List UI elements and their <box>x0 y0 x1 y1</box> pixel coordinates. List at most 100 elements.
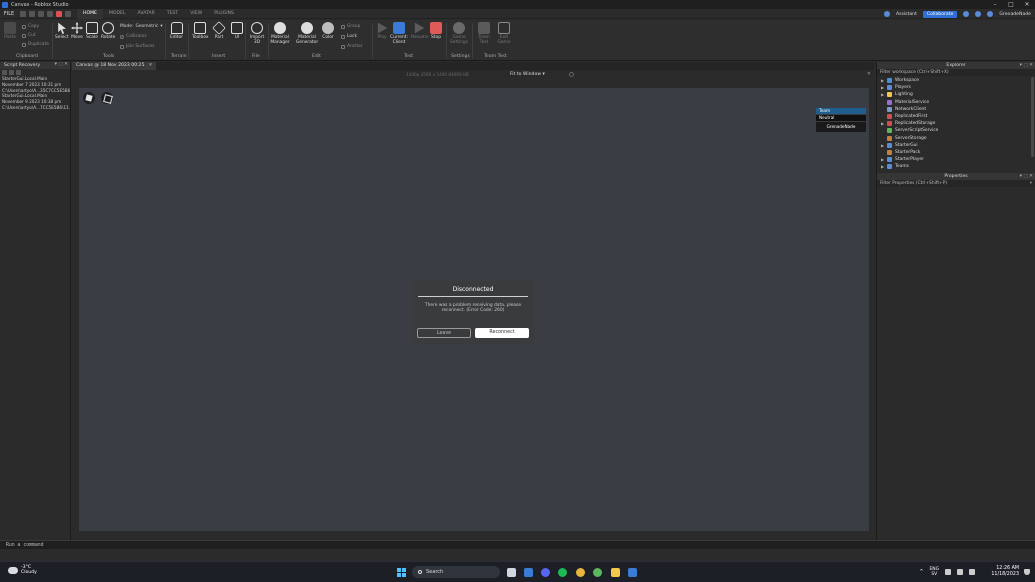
collisions-toggle[interactable]: Collisions <box>120 34 147 39</box>
volume-icon[interactable] <box>957 569 963 575</box>
explorer-item[interactable]: ServerStorage <box>877 135 1035 142</box>
toolbox-button[interactable]: Toolbox <box>192 22 208 40</box>
paste-button[interactable]: Paste <box>4 22 16 40</box>
join-surfaces-toggle[interactable]: Join Surfaces <box>120 44 154 49</box>
anchor-button[interactable]: Anchor <box>341 44 362 49</box>
properties-filter-input[interactable]: Filter Properties (Ctrl+Shift+P) ▾ <box>877 180 1035 187</box>
explorer-item[interactable]: ▶ StarterPlayer <box>877 156 1035 163</box>
save-icon[interactable] <box>20 10 26 17</box>
collaborate-button[interactable]: Collaborate <box>922 10 958 18</box>
exit-game-button[interactable]: Exit Game <box>496 22 512 45</box>
tab-canvas[interactable]: Canvas @ 18 Nov 2023 00:25 ✕ <box>72 62 157 70</box>
play-button[interactable]: Play <box>376 22 388 40</box>
info-icon[interactable] <box>569 72 574 77</box>
panel-controls-icon[interactable]: ▾ ⬚ ✕ <box>1020 62 1033 69</box>
color-button[interactable]: Color <box>322 22 334 40</box>
explorer-item[interactable]: ReplicatedFirst <box>877 113 1035 120</box>
user-avatar-icon[interactable] <box>987 11 994 17</box>
weather-widget[interactable]: -3°C Cloudy <box>8 565 37 575</box>
notification-icon[interactable] <box>1024 569 1030 575</box>
mode-selector[interactable]: Mode: Geometric ▾ <box>120 24 163 29</box>
explorer-scrollbar[interactable] <box>1031 77 1034 157</box>
command-bar-input[interactable]: Run a command <box>0 540 1035 549</box>
roblox-menu-icon[interactable] <box>83 92 95 104</box>
help-icon[interactable] <box>975 11 982 17</box>
close-icon[interactable]: ✕ <box>149 63 153 68</box>
tab-plugins[interactable]: PLUGINS <box>208 9 240 19</box>
redo-icon[interactable] <box>38 10 44 17</box>
chevron-down-icon[interactable]: ▾ <box>1030 180 1032 187</box>
explorer-item[interactable]: ▶ Teams <box>877 163 1035 170</box>
import-3d-button[interactable]: Import 3D <box>248 22 266 45</box>
explorer-item[interactable]: ▶ StarterGui <box>877 142 1035 149</box>
move-button[interactable]: Move <box>71 22 83 40</box>
assistant-button[interactable]: Assistant <box>896 12 917 17</box>
undo-icon[interactable] <box>29 10 35 17</box>
chrome-icon[interactable] <box>576 568 585 577</box>
discord-icon[interactable] <box>541 568 550 577</box>
panel-controls-icon[interactable]: ▾ ⬚ ✕ <box>1020 173 1033 180</box>
app-icon[interactable] <box>593 568 602 577</box>
lock-button[interactable]: Lock <box>341 34 357 39</box>
file-explorer-icon[interactable] <box>611 568 620 577</box>
battery-icon[interactable] <box>969 569 975 575</box>
tab-avatar[interactable]: AVATAR <box>132 9 161 19</box>
game-viewport[interactable]: Team Neutral GrenadeNade Disconnected Th… <box>79 88 869 531</box>
refresh-icon[interactable] <box>16 70 21 75</box>
panel-controls-icon[interactable]: ▾ ⬚ ✕ <box>55 62 68 67</box>
language-indicator[interactable]: ENG SV <box>930 567 939 577</box>
stop-button[interactable]: Stop <box>430 22 442 40</box>
copy-button[interactable]: Copy <box>22 24 39 29</box>
explorer-item[interactable]: ▶ ReplicatedStorage <box>877 120 1035 127</box>
game-settings-button[interactable]: Game Settings <box>450 22 468 45</box>
chevron-up-icon[interactable]: ^ <box>919 569 923 575</box>
spotify-icon[interactable] <box>558 568 567 577</box>
maximize-icon[interactable]: □ <box>1003 0 1019 9</box>
cut-button[interactable]: Cut <box>22 33 36 38</box>
team-test-button[interactable]: Team Test <box>476 22 492 45</box>
explorer-item[interactable]: ▶ Workspace <box>877 77 1035 84</box>
material-generator-button[interactable]: Material Generator <box>295 22 319 45</box>
rotate-icon[interactable] <box>65 10 71 17</box>
taskbar-clock[interactable]: 12:26 AM 11/18/2023 <box>991 566 1019 578</box>
rotate-button[interactable]: Rotate <box>101 22 115 40</box>
stop-icon[interactable] <box>56 10 62 17</box>
chat-icon[interactable] <box>524 568 533 577</box>
file-menu[interactable]: FILE <box>0 11 18 17</box>
current-client-button[interactable]: Current: Client <box>390 22 408 45</box>
select-button[interactable]: Select <box>55 22 69 40</box>
leave-button[interactable]: Leave <box>417 328 471 338</box>
player-entry[interactable]: GrenadeNade <box>816 122 866 132</box>
recover-icon[interactable] <box>2 70 7 75</box>
assistant-icon[interactable] <box>883 11 890 17</box>
explorer-item[interactable]: StarterPack <box>877 149 1035 156</box>
explorer-item[interactable]: ServerScriptService <box>877 127 1035 134</box>
play-icon[interactable] <box>47 10 53 17</box>
explorer-item[interactable]: ▶ Players <box>877 84 1035 91</box>
duplicate-button[interactable]: Duplicate <box>22 42 49 47</box>
explorer-item[interactable]: ▶ Lighting <box>877 91 1035 98</box>
discard-icon[interactable] <box>9 70 14 75</box>
material-manager-button[interactable]: Material Manager <box>270 22 290 45</box>
explorer-item[interactable]: NetworkClient <box>877 106 1035 113</box>
part-button[interactable]: Part <box>212 21 226 40</box>
share-icon[interactable] <box>963 11 970 17</box>
tab-view[interactable]: VIEW <box>184 9 208 19</box>
scale-button[interactable]: Scale <box>86 22 98 40</box>
tab-home[interactable]: HOME <box>77 8 103 19</box>
minimize-icon[interactable]: – <box>987 0 1003 9</box>
terrain-editor-button[interactable]: Editor <box>170 22 183 40</box>
ui-button[interactable]: UI <box>231 22 243 40</box>
close-icon[interactable]: ✕ <box>867 71 871 77</box>
explorer-filter-input[interactable]: Filter workspace (Ctrl+Shift+X) <box>877 69 1035 76</box>
group-button[interactable]: Group <box>341 24 360 29</box>
taskbar-search[interactable]: Search <box>412 566 500 578</box>
network-icon[interactable] <box>945 569 951 575</box>
start-button[interactable] <box>397 568 406 577</box>
tab-model[interactable]: MODEL <box>103 9 132 19</box>
resume-button[interactable]: Resume <box>411 22 429 40</box>
explorer-item[interactable]: MaterialService <box>877 99 1035 106</box>
fit-to-window-dropdown[interactable]: Fit to Window ▾ <box>510 72 545 77</box>
task-view-icon[interactable] <box>507 568 516 577</box>
username-label[interactable]: GrenadeNade <box>999 12 1031 17</box>
